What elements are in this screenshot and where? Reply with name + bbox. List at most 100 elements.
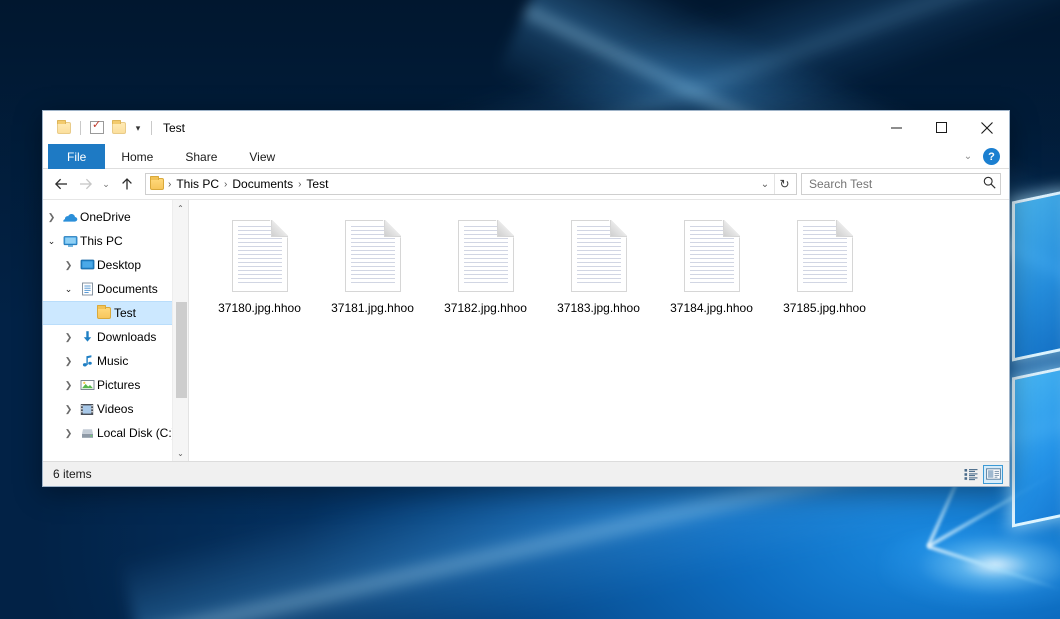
file-name-label: 37180.jpg.hhoo xyxy=(218,301,301,315)
sidebar-item-test[interactable]: Test xyxy=(43,301,188,325)
chevron-right-icon[interactable]: ❯ xyxy=(60,380,77,391)
sidebar-item-label: Music xyxy=(97,354,128,368)
search-box[interactable] xyxy=(801,173,1001,195)
file-item[interactable]: 37181.jpg.hhoo xyxy=(316,216,429,315)
desktop: ▾ Test File Home Share View xyxy=(0,0,1060,619)
windows-logo-pane xyxy=(1012,190,1060,361)
file-name-label: 37185.jpg.hhoo xyxy=(783,301,866,315)
desktop-icon xyxy=(77,259,97,271)
search-input[interactable] xyxy=(809,177,983,191)
forward-button[interactable] xyxy=(73,172,97,196)
scroll-up-arrow-icon[interactable]: ⌃ xyxy=(173,200,188,216)
chevron-down-icon[interactable]: ⌄ xyxy=(60,284,77,295)
generic-document-icon xyxy=(232,220,288,292)
tab-share[interactable]: Share xyxy=(169,144,233,169)
chevron-down-icon[interactable]: ⌄ xyxy=(756,179,774,190)
status-bar: 6 items xyxy=(43,461,1009,486)
back-button[interactable] xyxy=(49,172,73,196)
chevron-right-icon[interactable]: ❯ xyxy=(60,260,77,271)
sidebar-item-onedrive[interactable]: ❯ OneDrive xyxy=(43,205,188,229)
generic-document-icon xyxy=(571,220,627,292)
breadcrumb-documents[interactable]: Documents xyxy=(228,176,297,192)
address-bar[interactable]: › This PC › Documents › Test ⌄ ↻ xyxy=(145,173,797,195)
sidebar-item-local-disk-c[interactable]: ❯ Local Disk (C:) xyxy=(43,421,188,445)
file-name-label: 37181.jpg.hhoo xyxy=(331,301,414,315)
this-pc-monitor-icon xyxy=(60,235,80,248)
chevron-right-icon[interactable]: ❯ xyxy=(60,332,77,343)
title-bar: ▾ Test xyxy=(43,111,1009,144)
sidebar-item-label: Videos xyxy=(97,402,133,416)
details-view-button[interactable] xyxy=(961,465,981,484)
file-name-label: 37184.jpg.hhoo xyxy=(670,301,753,315)
file-item[interactable]: 37184.jpg.hhoo xyxy=(655,216,768,315)
properties-checkbox-icon[interactable] xyxy=(86,117,108,139)
file-list-area[interactable]: 37180.jpg.hhoo 37181.jpg.hhoo xyxy=(189,200,1009,461)
chevron-right-icon[interactable]: ❯ xyxy=(43,212,60,223)
sidebar-item-this-pc[interactable]: ⌄ This PC xyxy=(43,229,188,253)
scroll-down-arrow-icon[interactable]: ⌄ xyxy=(173,445,188,461)
file-item[interactable]: 37185.jpg.hhoo xyxy=(768,216,881,315)
up-button[interactable] xyxy=(115,172,139,196)
file-name-label: 37183.jpg.hhoo xyxy=(557,301,640,315)
chevron-right-icon[interactable]: ❯ xyxy=(60,356,77,367)
sidebar-item-documents[interactable]: ⌄ Documents xyxy=(43,277,188,301)
sidebar-item-label: Downloads xyxy=(97,330,156,344)
ribbon-controls: ⌄ ? xyxy=(957,144,1005,169)
help-button[interactable]: ? xyxy=(983,148,1000,165)
chevron-down-icon[interactable]: ▾ xyxy=(130,117,146,139)
generic-document-icon xyxy=(458,220,514,292)
window-controls xyxy=(874,111,1009,144)
refresh-icon[interactable]: ↻ xyxy=(774,174,794,194)
window-title: Test xyxy=(163,121,185,135)
minimize-button[interactable] xyxy=(874,111,919,144)
breadcrumb-this-pc[interactable]: This PC xyxy=(172,176,223,192)
recent-locations-button[interactable]: ⌄ xyxy=(97,172,115,196)
view-mode-buttons xyxy=(961,465,1003,484)
folder-icon xyxy=(94,307,114,319)
breadcrumb: › This PC › Documents › Test xyxy=(150,176,756,192)
chevron-right-icon[interactable]: ❯ xyxy=(60,404,77,415)
folder-icon[interactable] xyxy=(53,117,75,139)
file-item[interactable]: 37182.jpg.hhoo xyxy=(429,216,542,315)
generic-document-icon xyxy=(797,220,853,292)
sidebar-item-videos[interactable]: ❯ Videos xyxy=(43,397,188,421)
address-toolbar: ⌄ › This PC › Documents › Test ⌄ ↻ xyxy=(43,169,1009,199)
sidebar-item-label: Local Disk (C:) xyxy=(97,426,176,440)
sidebar-item-downloads[interactable]: ❯ Downloads xyxy=(43,325,188,349)
wallpaper-glow xyxy=(880,520,1060,610)
file-name-label: 37182.jpg.hhoo xyxy=(444,301,527,315)
navigation-pane-scrollbar[interactable]: ⌃ ⌄ xyxy=(172,200,188,461)
large-icons-view-button[interactable] xyxy=(983,465,1003,484)
close-button[interactable] xyxy=(964,111,1009,144)
chevron-down-icon[interactable]: ⌄ xyxy=(43,236,60,247)
downloads-icon xyxy=(77,330,97,344)
quick-access-toolbar: ▾ Test xyxy=(43,117,185,139)
sidebar-item-pictures[interactable]: ❯ Pictures xyxy=(43,373,188,397)
scrollbar-thumb[interactable] xyxy=(176,302,187,398)
divider xyxy=(151,121,152,135)
file-item[interactable]: 37183.jpg.hhoo xyxy=(542,216,655,315)
search-icon[interactable] xyxy=(983,176,996,192)
file-grid: 37180.jpg.hhoo 37181.jpg.hhoo xyxy=(203,216,1009,315)
maximize-button[interactable] xyxy=(919,111,964,144)
sidebar-item-label: Documents xyxy=(97,282,158,296)
onedrive-cloud-icon xyxy=(60,212,80,223)
sidebar-item-label: OneDrive xyxy=(80,210,131,224)
pictures-icon xyxy=(77,379,97,391)
new-folder-icon[interactable] xyxy=(108,117,130,139)
tab-view[interactable]: View xyxy=(233,144,291,169)
windows-logo-pane xyxy=(1012,366,1060,527)
local-disk-icon xyxy=(77,427,97,439)
scrollbar-track[interactable] xyxy=(174,216,188,445)
sidebar-item-desktop[interactable]: ❯ Desktop xyxy=(43,253,188,277)
chevron-down-icon[interactable]: ⌄ xyxy=(957,146,979,168)
tab-home[interactable]: Home xyxy=(105,144,169,169)
folder-icon xyxy=(150,178,164,190)
file-item[interactable]: 37180.jpg.hhoo xyxy=(203,216,316,315)
music-note-icon xyxy=(77,354,97,368)
breadcrumb-test[interactable]: Test xyxy=(302,176,332,192)
chevron-right-icon[interactable]: ❯ xyxy=(60,428,77,439)
tab-file[interactable]: File xyxy=(48,144,105,169)
item-count-label: 6 items xyxy=(53,467,961,481)
sidebar-item-music[interactable]: ❯ Music xyxy=(43,349,188,373)
